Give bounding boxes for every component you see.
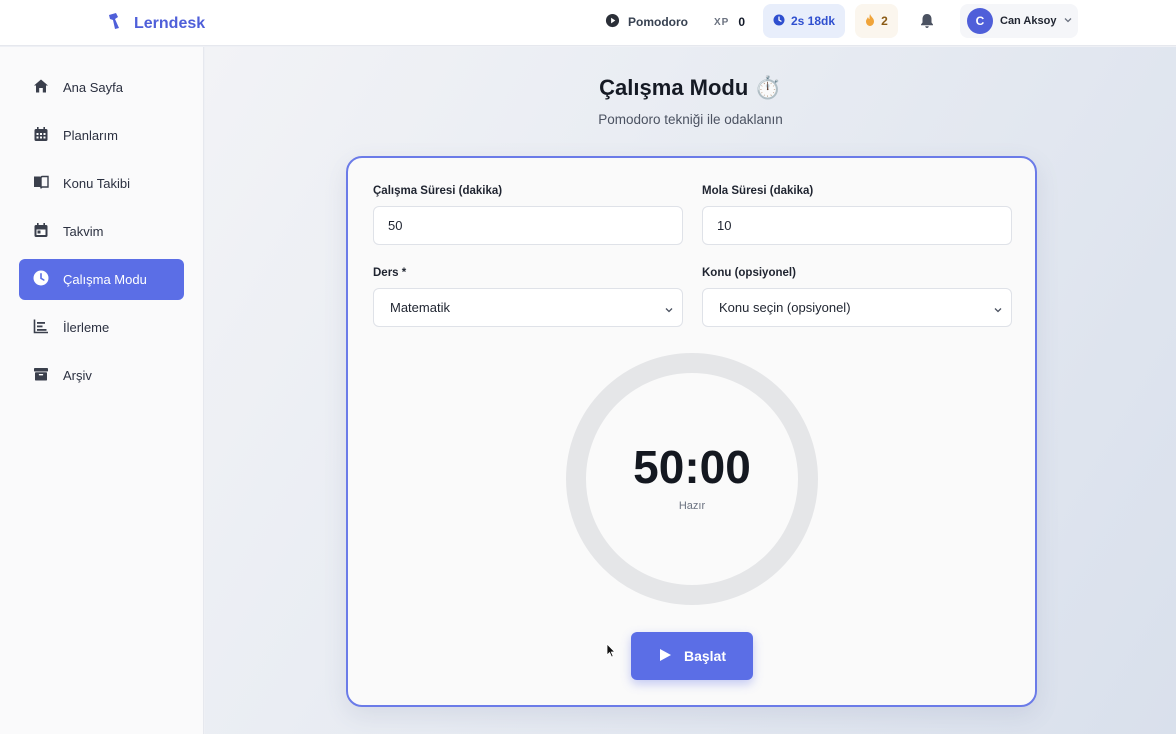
user-name: Can Aksoy [1000,15,1057,27]
logo-icon [106,11,126,36]
work-duration-label: Çalışma Süresi (dakika) [373,185,503,197]
chevron-down-icon [664,303,674,318]
page-subtitle: Pomodoro tekniği ile odaklanın [598,112,783,127]
clock-icon [773,14,785,29]
sidebar-item-archive[interactable]: Arşiv [19,355,184,396]
streak-value: 2 [881,14,888,28]
sidebar: Ana Sayfa Planlarım Konu Takibi Takvim Ç… [0,47,204,734]
pomodoro-label: Pomodoro [628,15,688,29]
flame-icon [865,13,875,29]
sidebar-item-plans[interactable]: Planlarım [19,115,184,156]
home-icon [33,78,49,97]
topic-select-value: Konu seçin (opsiyonel) [719,300,851,315]
pomodoro-button[interactable]: Pomodoro [605,13,688,31]
xp-value: 0 [738,15,746,29]
main-content: Çalışma Modu ⏱️ Pomodoro tekniği ile oda… [205,47,1176,734]
page-title: Çalışma Modu ⏱️ [599,75,782,100]
sidebar-item-calendar[interactable]: Takvim [19,211,184,252]
chevron-down-icon [1063,12,1073,30]
sidebar-item-label: Arşiv [63,368,92,383]
study-time-badge[interactable]: 2s 18dk [763,4,845,38]
calendar-icon [33,222,49,241]
brand[interactable]: Lerndesk [106,11,205,36]
xp-label: XP [714,16,730,28]
bell-icon [918,14,936,34]
topic-select[interactable]: Konu seçin (opsiyonel) [702,288,1012,327]
sidebar-item-label: Çalışma Modu [63,272,147,287]
mouse-cursor-icon [606,643,616,663]
chart-icon [33,318,49,337]
topic-label: Konu (opsiyonel) [702,267,796,279]
sidebar-item-label: Konu Takibi [63,176,130,191]
notifications-button[interactable] [918,12,936,35]
sidebar-item-label: İlerleme [63,320,110,335]
archive-icon [33,366,49,385]
timer-status: Hazır [678,500,706,512]
work-duration-value: 50 [388,218,403,233]
sidebar-item-label: Planlarım [63,128,118,143]
play-circle-icon [605,13,620,31]
subject-select[interactable]: Matematik [373,288,683,327]
start-button-label: Başlat [683,648,727,664]
subject-label: Ders * [373,267,407,279]
break-duration-input[interactable]: 10 [702,206,1012,245]
sidebar-item-label: Ana Sayfa [63,80,123,95]
calendar-grid-icon [33,126,49,145]
brand-name: Lerndesk [134,14,206,32]
user-menu[interactable]: C Can Aksoy [960,4,1078,38]
avatar: C [967,8,993,34]
subject-select-value: Matematik [390,300,450,315]
top-bar: Lerndesk Pomodoro XP 0 2s 18dk 2 C Can A… [0,0,1176,46]
work-duration-input[interactable]: 50 [373,206,683,245]
timer-display: 50:00 [633,441,751,493]
break-duration-label: Mola Süresi (dakika) [702,185,814,197]
study-mode-card: Çalışma Süresi (dakika) 50 Mola Süresi (… [346,156,1037,707]
clock-icon [33,270,49,289]
sidebar-item-home[interactable]: Ana Sayfa [19,67,184,108]
break-duration-value: 10 [717,218,732,233]
play-icon [658,648,672,665]
streak-badge[interactable]: 2 [855,4,898,38]
study-time-value: 2s 18dk [790,14,836,28]
xp-indicator: XP 0 [714,15,745,29]
book-icon [33,174,49,193]
chevron-down-icon [993,303,1003,318]
sidebar-item-topic-tracking[interactable]: Konu Takibi [19,163,184,204]
sidebar-item-progress[interactable]: İlerleme [19,307,184,348]
sidebar-item-study-mode[interactable]: Çalışma Modu [19,259,184,300]
start-button[interactable]: Başlat [631,632,753,680]
sidebar-item-label: Takvim [63,224,104,239]
